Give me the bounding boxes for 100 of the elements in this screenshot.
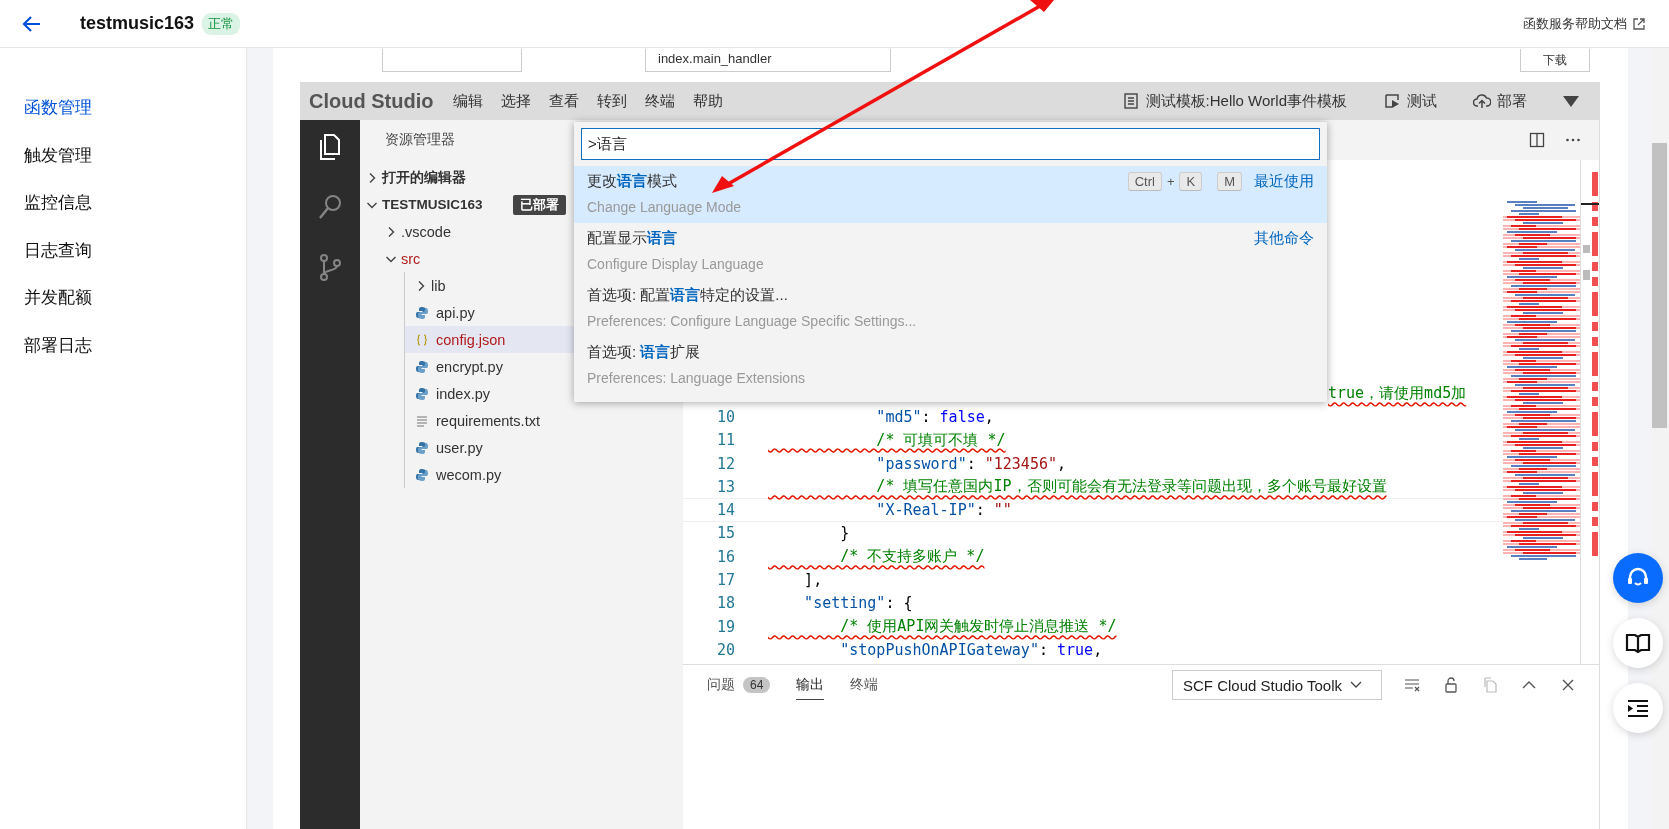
- command-item[interactable]: 配置显示语言 其他命令 Configure Display Language: [574, 223, 1327, 280]
- line-number: 13: [715, 477, 735, 496]
- code-token: "123456": [984, 454, 1057, 473]
- count-badge: 64: [743, 676, 771, 693]
- deployed-badge: 已部署: [513, 194, 566, 215]
- code-token: :: [966, 454, 977, 473]
- python-icon: [415, 440, 429, 455]
- code-token: ],: [803, 571, 823, 589]
- line-number: 10: [715, 407, 735, 426]
- code-token: ,: [984, 407, 994, 426]
- text-file-icon: [415, 413, 429, 428]
- dropdown-icon[interactable]: [1563, 95, 1579, 107]
- external-link-icon: [1633, 17, 1645, 30]
- python-icon: [415, 305, 429, 320]
- tree-item[interactable]: wecom.py: [405, 461, 683, 488]
- sidebar-item[interactable]: 函数管理: [0, 84, 92, 132]
- code-token: true: [1057, 640, 1094, 659]
- code-token: "password": [875, 454, 967, 473]
- line-number: 17: [715, 571, 735, 589]
- test-action[interactable]: 测试: [1383, 91, 1437, 111]
- command-input[interactable]: >语言: [581, 128, 1320, 160]
- sidebar-item[interactable]: 并发配额: [0, 274, 92, 322]
- code-token: /* 填写任意国内IP，否则可能会有无法登录等问题出现，多个账号最好设置: [875, 477, 1387, 496]
- line-number: 11: [715, 431, 735, 450]
- code-token: :: [975, 501, 986, 520]
- python-icon: [415, 467, 429, 482]
- tree-item[interactable]: user.py: [405, 434, 683, 461]
- template-action[interactable]: 测试模板:Hello World事件模板: [1121, 91, 1347, 111]
- studio-logo: Cloud Studio: [309, 89, 434, 113]
- panel-tab[interactable]: 输出: [796, 670, 825, 700]
- command-subtitle: Change Language Mode: [587, 198, 742, 217]
- select-field[interactable]: [382, 49, 522, 72]
- python-icon: [415, 386, 429, 401]
- command-subtitle: Configure Display Language: [587, 255, 764, 274]
- command-title: 首选项: 配置语言特定的设置...: [587, 285, 788, 305]
- key-separator: +: [1166, 173, 1175, 189]
- line-number: 12: [715, 454, 735, 473]
- command-title: 更改语言模式: [587, 171, 677, 191]
- help-link[interactable]: 函数服务帮助文档: [1523, 14, 1627, 33]
- code-token: "X-Real-IP": [875, 501, 976, 520]
- key-cap: Ctrl: [1127, 171, 1162, 191]
- back-icon[interactable]: [22, 13, 42, 34]
- output-channel-select[interactable]: SCF Cloud Studio Toolk: [1172, 670, 1382, 700]
- sidebar-item[interactable]: 部署日志: [0, 321, 92, 369]
- code-token: /* 使用API网关触发时停止消息推送 */: [839, 617, 1117, 636]
- command-item[interactable]: 更改语言模式 Ctrl + K M 最近使用 Change Language Mode: [574, 166, 1327, 223]
- panel-title: 资源管理器: [384, 131, 455, 149]
- code-token: : {: [885, 594, 913, 613]
- chevron-down-icon: [1350, 681, 1362, 689]
- key-cap: M: [1217, 171, 1242, 191]
- code-token: /* 不支持多账户 */: [839, 547, 985, 566]
- page-title: testmusic163: [80, 13, 195, 34]
- scrollbar[interactable]: [1650, 48, 1669, 829]
- line-number: 15: [715, 524, 735, 543]
- sidebar-item[interactable]: 触发管理: [0, 131, 92, 179]
- unlock-icon[interactable]: [1443, 677, 1459, 693]
- code-token: :: [921, 407, 932, 426]
- status-badge: 正常: [202, 12, 241, 35]
- scrollbar-thumb[interactable]: [1652, 143, 1667, 428]
- line-number: 20: [715, 640, 735, 659]
- code-token: :: [1038, 640, 1049, 659]
- menu-item[interactable]: 编辑: [453, 91, 484, 111]
- code-token: false: [939, 407, 985, 426]
- code-token: "setting": [803, 594, 886, 613]
- command-title: 配置显示语言: [587, 228, 677, 248]
- line-number: 16: [715, 547, 735, 566]
- sidebar-item[interactable]: 日志查询: [0, 226, 92, 274]
- line-number: 14: [715, 501, 735, 520]
- python-icon: [415, 359, 429, 374]
- menu-item[interactable]: 转到: [597, 91, 628, 111]
- code-token: "": [993, 501, 1012, 520]
- code-token: /* 可填可不填 */: [875, 430, 1006, 449]
- close-icon[interactable]: [1560, 677, 1576, 693]
- handler-field[interactable]: index.main_handler: [645, 49, 891, 72]
- tree-item[interactable]: requirements.txt: [405, 407, 683, 434]
- menu-item[interactable]: 查看: [549, 91, 580, 111]
- clear-list-icon[interactable]: [1404, 677, 1420, 693]
- sidebar-item[interactable]: 监控信息: [0, 179, 92, 227]
- braces-icon: [415, 332, 429, 347]
- cloud-upload-icon: [1473, 92, 1491, 110]
- line-number: 18: [715, 594, 735, 613]
- code-token: ,: [1093, 640, 1103, 659]
- code-token: "stopPushOnAPIGateway": [839, 640, 1039, 659]
- doc-icon: [1121, 92, 1140, 110]
- key-cap: K: [1179, 171, 1203, 191]
- menu-item[interactable]: 选择: [501, 91, 532, 111]
- download-button[interactable]: 下载: [1520, 49, 1590, 72]
- menu-item[interactable]: 帮助: [693, 91, 724, 111]
- code-token: ,: [1057, 454, 1067, 473]
- menu-item[interactable]: 终端: [645, 91, 676, 111]
- code-token: }: [839, 524, 850, 543]
- code-token: "md5": [875, 407, 922, 426]
- split-editor-icon[interactable]: [1529, 132, 1545, 148]
- code-token: true，请使用md5加: [1328, 384, 1467, 403]
- panel-tab[interactable]: 终端: [850, 670, 879, 700]
- panel-tab[interactable]: 问题 64: [707, 670, 771, 700]
- command-subtitle: Preferences: Language Extensions: [587, 369, 805, 388]
- play-doc-icon: [1383, 92, 1401, 110]
- deploy-action[interactable]: 部署: [1473, 91, 1527, 111]
- line-number: 19: [715, 617, 735, 636]
